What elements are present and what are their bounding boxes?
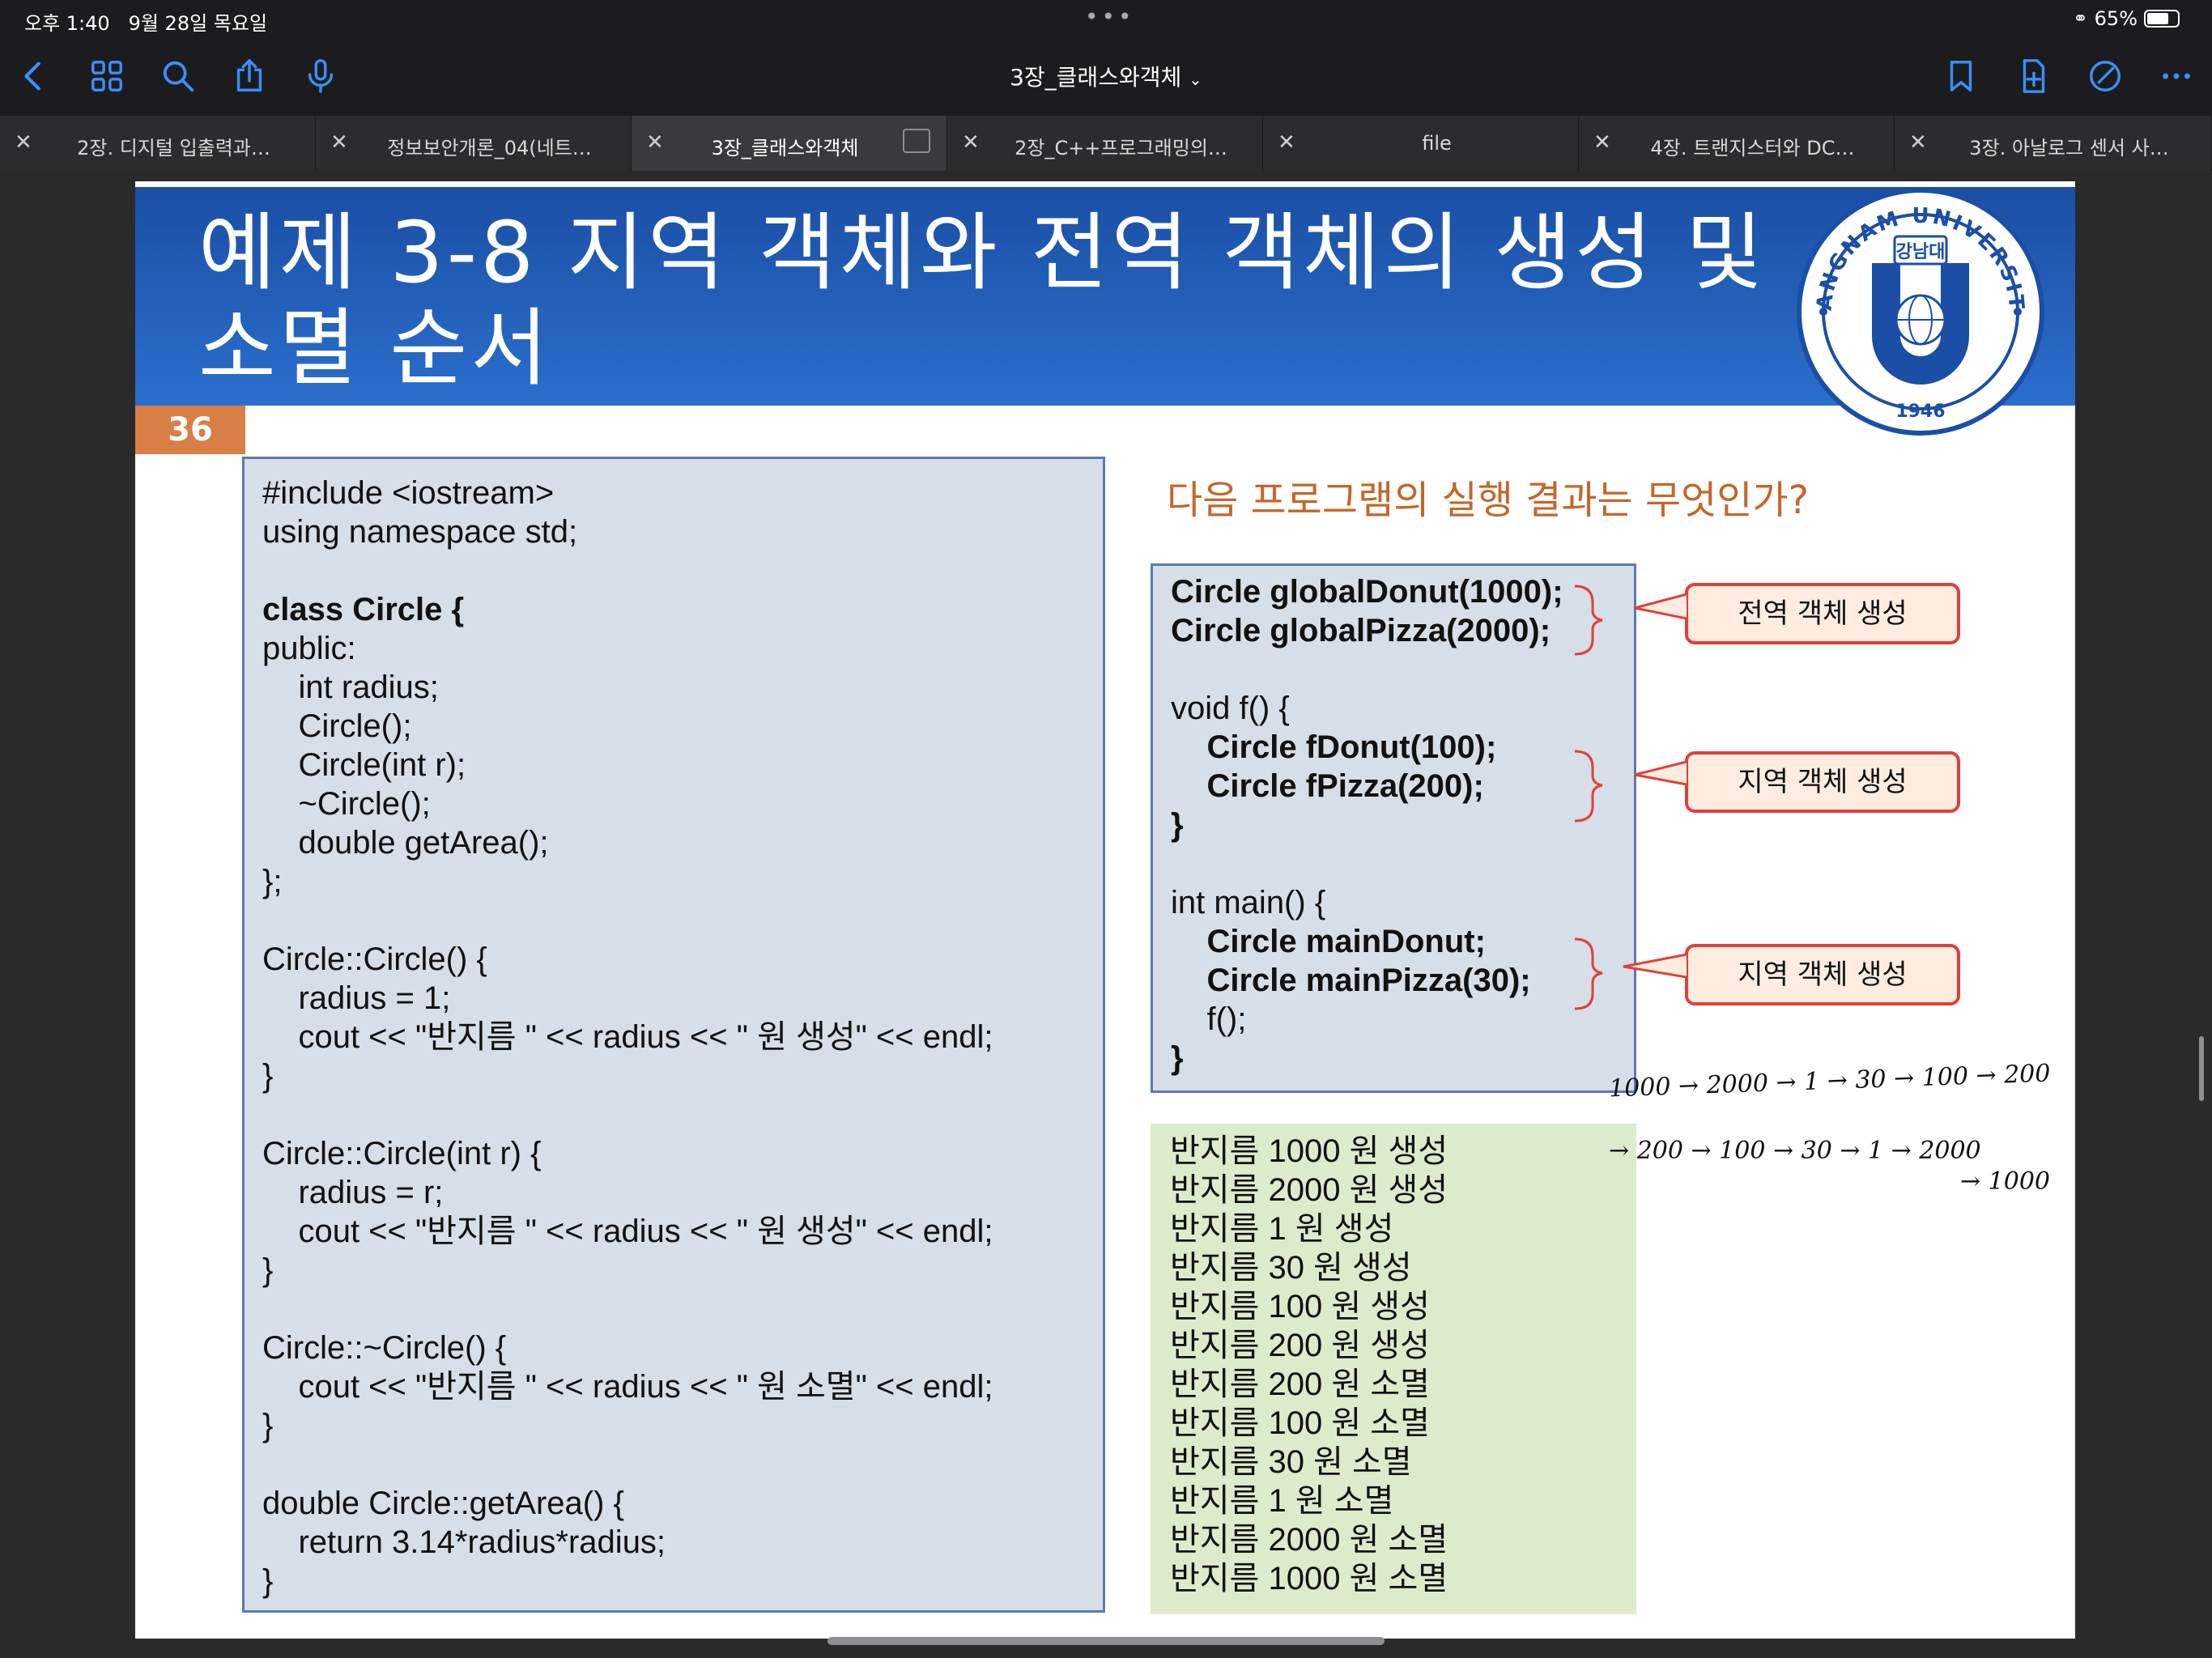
- back-icon[interactable]: [11, 53, 57, 99]
- battery-percent: 65%: [2094, 7, 2138, 30]
- tab-bar: ✕ 2장. 디지털 입출력과… ✕ 정보보안개론_04(네트… ✕ 3장_클래스와객체…: [0, 116, 2212, 171]
- more-icon[interactable]: [2154, 53, 2199, 99]
- microphone-icon[interactable]: [298, 53, 343, 99]
- document-title[interactable]: 3장_클래스와객체 ⌄: [931, 60, 1281, 92]
- share-icon[interactable]: [227, 53, 272, 99]
- slide-page: 예제 3-8 지역 객체와 전역 객체의 생성 및 소멸 순서 KANGNAM …: [135, 181, 2075, 1639]
- toolbar: 3장_클래스와객체 ⌄: [0, 39, 2212, 116]
- split-view-icon[interactable]: [903, 129, 930, 153]
- callout-braces: [1574, 585, 1687, 1010]
- close-icon[interactable]: ✕: [962, 130, 980, 155]
- tab-1[interactable]: ✕ 2장. 디지털 입출력과…: [0, 116, 316, 171]
- status-right: ⚭ 65%: [2073, 7, 2180, 30]
- grid-icon[interactable]: [84, 53, 130, 99]
- tab-active[interactable]: ✕ 3장_클래스와객체: [632, 116, 947, 171]
- close-icon[interactable]: ✕: [646, 130, 664, 155]
- add-page-icon[interactable]: [2011, 53, 2057, 99]
- vertical-scrollbar[interactable]: [2199, 1036, 2204, 1101]
- tab-7[interactable]: ✕ 3장. 아날로그 센서 사…: [1895, 116, 2212, 171]
- handwritten-note-2: → 200 → 100 → 30 → 1 → 2000: [1609, 1137, 1981, 1165]
- multitasking-dots[interactable]: •••: [1085, 3, 1135, 30]
- tab-6[interactable]: ✕ 4장. 트랜지스터와 DC…: [1579, 116, 1895, 171]
- tab-5[interactable]: ✕ file: [1263, 116, 1579, 171]
- horizontal-scrollbar[interactable]: [827, 1637, 1385, 1645]
- close-icon[interactable]: ✕: [330, 130, 348, 155]
- tab-2[interactable]: ✕ 정보보안개론_04(네트…: [316, 116, 632, 171]
- tab-4[interactable]: ✕ 2장_C++프로그래밍의…: [947, 116, 1263, 171]
- status-time: 오후 1:40 9월 28일 목요일: [24, 12, 268, 35]
- bookmark-icon[interactable]: [1938, 53, 1984, 99]
- close-icon[interactable]: ✕: [1593, 130, 1611, 155]
- status-bar: 오후 1:40 9월 28일 목요일 ••• ⚭ 65%: [0, 0, 2212, 39]
- battery-icon: [2144, 10, 2180, 28]
- chevron-down-icon: ⌄: [1189, 70, 1202, 89]
- handwritten-note-3: → 1000: [1960, 1167, 2051, 1196]
- close-icon[interactable]: ✕: [15, 130, 32, 155]
- markup-pen-icon[interactable]: [2082, 53, 2128, 99]
- search-icon[interactable]: [155, 53, 201, 99]
- close-icon[interactable]: ✕: [1278, 130, 1295, 155]
- close-icon[interactable]: ✕: [1909, 130, 1927, 155]
- link-icon: ⚭: [2073, 8, 2088, 29]
